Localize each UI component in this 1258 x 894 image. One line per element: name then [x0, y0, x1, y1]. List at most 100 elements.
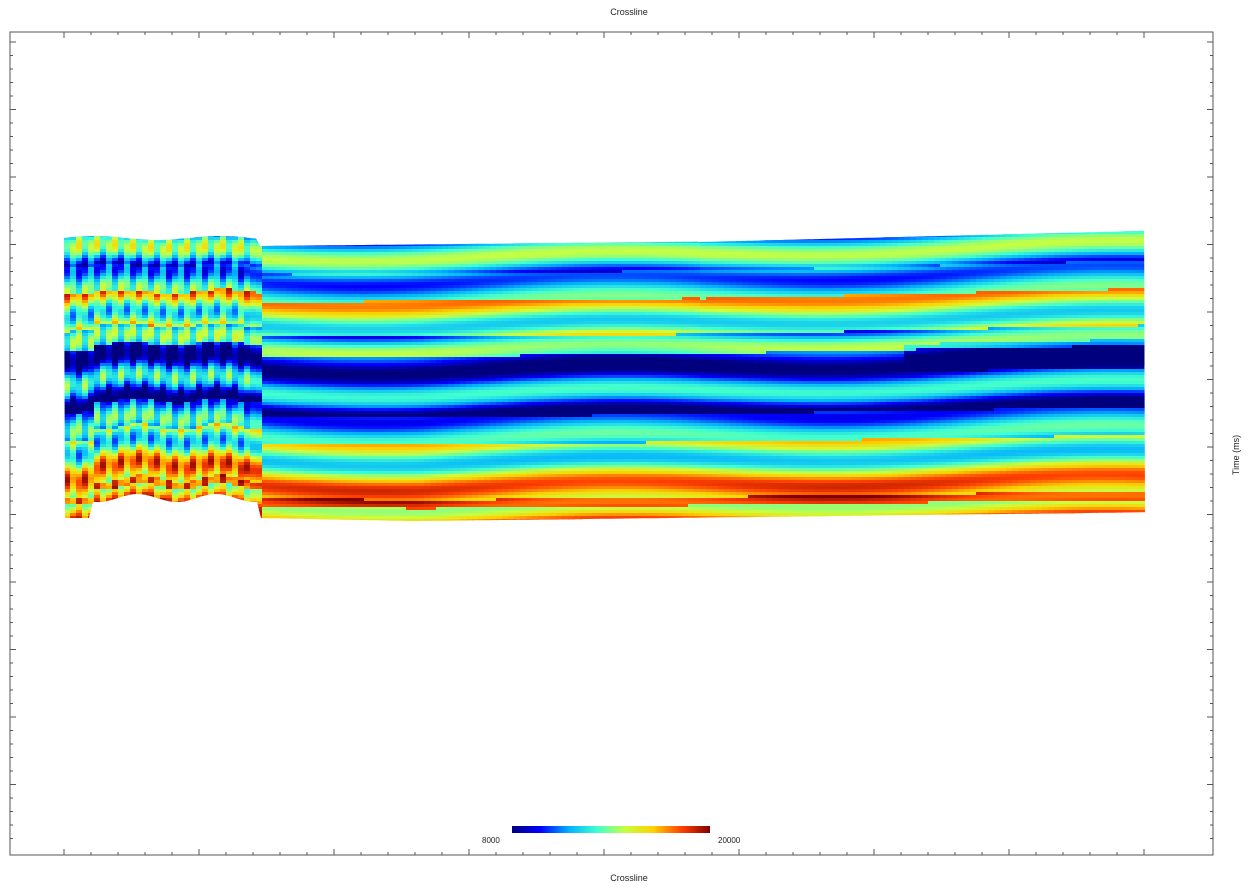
amplitude-cell [178, 399, 185, 403]
amplitude-cell [70, 444, 77, 448]
amplitude-cell [334, 282, 341, 286]
amplitude-cell [226, 357, 233, 361]
amplitude-cell [136, 429, 143, 433]
amplitude-cell [310, 474, 317, 478]
amplitude-cell [184, 294, 191, 298]
amplitude-cell [106, 345, 113, 349]
amplitude-cell [250, 360, 257, 364]
amplitude-cell [292, 471, 299, 475]
amplitude-cell [262, 435, 269, 439]
amplitude-cell [232, 327, 239, 331]
amplitude-cell [238, 441, 245, 445]
amplitude-cell [76, 480, 83, 484]
amplitude-cell [256, 348, 263, 352]
amplitude-cell [166, 264, 173, 268]
amplitude-cell [262, 480, 269, 484]
amplitude-cell [328, 300, 335, 304]
amplitude-cell [130, 477, 137, 481]
amplitude-cell [130, 357, 137, 361]
amplitude-cell [160, 420, 167, 424]
amplitude-cell [274, 429, 281, 433]
amplitude-cell [82, 414, 89, 418]
amplitude-cell [118, 363, 125, 367]
amplitude-cell [250, 282, 257, 286]
amplitude-cell [136, 261, 143, 265]
amplitude-cell [316, 354, 323, 358]
amplitude-cell [268, 396, 275, 400]
amplitude-cell [124, 270, 131, 274]
amplitude-cell [208, 456, 215, 460]
amplitude-cell [112, 429, 119, 433]
amplitude-cell [286, 372, 293, 376]
amplitude-cell [208, 306, 215, 310]
amplitude-cell [232, 492, 239, 496]
amplitude-cell [94, 315, 101, 319]
amplitude-cell [88, 288, 95, 292]
amplitude-cell [262, 468, 269, 472]
amplitude-cell [214, 480, 221, 484]
amplitude-cell [70, 288, 77, 292]
amplitude-cell [286, 417, 293, 421]
amplitude-cell [106, 291, 113, 295]
amplitude-cell [70, 339, 77, 343]
amplitude-cell [310, 480, 317, 484]
amplitude-cell [70, 294, 77, 298]
amplitude-cell [64, 261, 71, 265]
amplitude-cell [190, 297, 197, 301]
amplitude-cell [196, 393, 203, 397]
amplitude-cell [250, 297, 257, 301]
amplitude-cell [64, 411, 71, 415]
amplitude-cell [196, 336, 203, 340]
amplitude-cell [124, 399, 131, 403]
amplitude-cell [172, 240, 179, 244]
amplitude-cell [160, 339, 167, 343]
amplitude-cell [262, 333, 269, 337]
amplitude-cell [256, 309, 263, 313]
amplitude-cell [118, 309, 125, 313]
amplitude-cell [286, 501, 293, 505]
amplitude-cell [136, 414, 143, 418]
amplitude-cell [82, 426, 89, 430]
amplitude-cell [202, 264, 209, 268]
amplitude-cell [310, 510, 317, 514]
amplitude-cell [280, 447, 287, 451]
amplitude-cell [154, 273, 161, 277]
amplitude-cell [190, 267, 197, 271]
amplitude-cell [274, 324, 281, 328]
amplitude-cell [328, 444, 335, 448]
amplitude-cell [148, 378, 155, 382]
amplitude-cell [124, 297, 131, 301]
amplitude-cell [214, 246, 221, 250]
amplitude-cell [70, 285, 77, 289]
amplitude-cell [310, 297, 317, 301]
amplitude-cell [160, 378, 167, 382]
amplitude-cell [202, 420, 209, 424]
amplitude-cell [214, 240, 221, 244]
amplitude-cell [310, 504, 317, 508]
amplitude-cell [118, 387, 125, 391]
amplitude-cell [226, 333, 233, 337]
amplitude-cell [196, 342, 203, 346]
amplitude-cell [160, 243, 167, 247]
amplitude-cell [286, 468, 293, 472]
amplitude-cell [166, 294, 173, 298]
amplitude-cell [166, 495, 173, 499]
amplitude-cell [274, 432, 281, 436]
amplitude-cell [142, 339, 149, 343]
amplitude-cell [130, 474, 137, 478]
amplitude-cell [142, 291, 149, 295]
amplitude-cell [262, 297, 269, 301]
amplitude-cell [208, 471, 215, 475]
amplitude-cell [298, 468, 305, 472]
amplitude-cell [184, 408, 191, 412]
amplitude-cell [82, 447, 89, 451]
amplitude-cell [130, 411, 137, 415]
amplitude-cell [304, 288, 311, 292]
amplitude-cell [220, 465, 227, 469]
amplitude-cell [112, 378, 119, 382]
amplitude-cell [220, 246, 227, 250]
amplitude-cell [154, 450, 161, 454]
amplitude-cell [196, 369, 203, 373]
amplitude-cell [202, 348, 209, 352]
amplitude-cell [142, 393, 149, 397]
